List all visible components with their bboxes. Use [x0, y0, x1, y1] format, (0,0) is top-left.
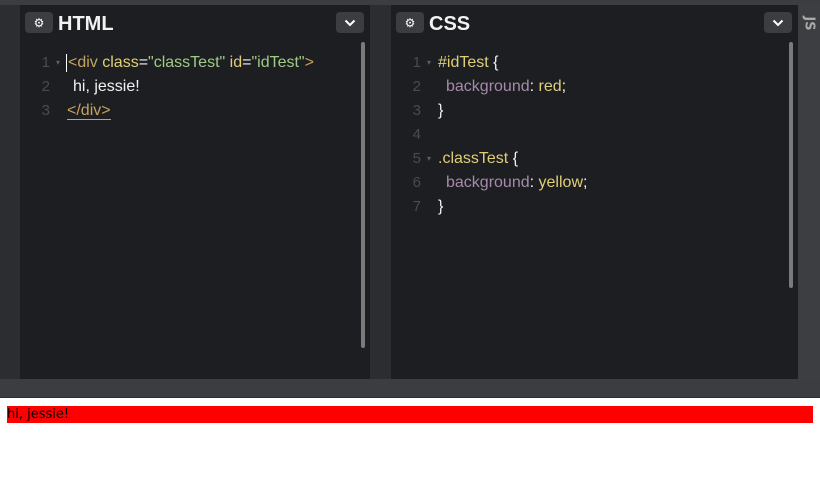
html-string: "idTest": [251, 54, 305, 71]
gear-icon: ⚙: [404, 15, 416, 30]
css-semicolon: ;: [583, 174, 588, 191]
line-number: 1: [412, 54, 421, 71]
code-line: .classTest {: [438, 147, 518, 171]
html-scrollbar[interactable]: [361, 42, 365, 348]
css-colon: :: [529, 78, 535, 95]
html-tag-close: >: [304, 54, 314, 71]
html-panel-title: HTML: [58, 13, 114, 35]
preview-resize-bar[interactable]: [0, 379, 820, 398]
html-code-editor[interactable]: 1 ▾ 2 3 <div class="classTest" id="idTes…: [20, 42, 370, 379]
css-brace-close: }: [438, 198, 444, 215]
html-settings-button[interactable]: ⚙: [25, 12, 53, 33]
css-selector: .classTest: [438, 150, 509, 167]
fold-arrow-icon[interactable]: ▾: [427, 147, 431, 171]
gear-icon: ⚙: [33, 15, 45, 30]
css-selector: #idTest: [438, 54, 489, 71]
line-number: 6: [412, 174, 421, 191]
result-preview: hi, jessie!: [0, 398, 820, 488]
css-brace-open: {: [493, 54, 499, 71]
code-line: }: [438, 99, 443, 123]
chevron-down-icon: [772, 19, 784, 26]
panel-divider[interactable]: [370, 5, 391, 379]
line-number: 2: [41, 78, 50, 95]
css-collapse-button[interactable]: [764, 12, 792, 33]
line-number: 4: [412, 126, 421, 143]
chevron-down-icon: [344, 19, 356, 26]
line-number: 7: [412, 198, 421, 215]
css-code-editor[interactable]: 1 ▾ 2 3 4 5 ▾ 6 7 #idTest { background: …: [391, 42, 798, 379]
code-line: </div>: [67, 99, 111, 123]
code-line: hi, jessie!: [73, 75, 140, 99]
line-number: 1: [41, 54, 50, 71]
line-number: 3: [41, 102, 50, 119]
css-editor-panel: ⚙ CSS 1 ▾ 2 3 4 5 ▾ 6 7 #idTest { backgr…: [391, 5, 798, 379]
html-string: "classTest": [148, 54, 226, 71]
js-panel-label: JS: [801, 15, 817, 31]
line-number: 3: [412, 102, 421, 119]
css-scrollbar[interactable]: [789, 42, 793, 288]
css-value: red: [538, 78, 562, 95]
code-line: #idTest {: [438, 51, 499, 75]
css-settings-button[interactable]: ⚙: [396, 12, 424, 33]
css-semicolon: ;: [561, 78, 567, 95]
js-panel-collapsed[interactable]: JS: [798, 5, 820, 379]
line-number: 5: [412, 150, 421, 167]
left-gutter-strip: [0, 5, 20, 379]
css-brace-close: }: [438, 102, 444, 119]
css-brace-open: {: [512, 150, 519, 167]
html-equals: =: [138, 54, 149, 71]
rendered-div: hi, jessie!: [7, 406, 813, 423]
fold-arrow-icon[interactable]: ▾: [56, 51, 60, 75]
code-line: background: red;: [446, 75, 566, 99]
css-panel-header: ⚙ CSS: [391, 5, 798, 42]
code-line: <div class="classTest" id="idTest">: [66, 51, 314, 75]
html-text-content: hi, jessie!: [73, 78, 140, 95]
line-number: 2: [412, 78, 421, 95]
css-property: background: [446, 174, 530, 191]
fold-arrow-icon[interactable]: ▾: [427, 51, 431, 75]
css-value: yellow: [538, 174, 583, 191]
css-panel-title: CSS: [429, 13, 471, 35]
css-property: background: [446, 78, 530, 95]
html-closing-tag: </div>: [67, 102, 111, 120]
code-line: }: [438, 195, 443, 219]
html-editor-panel: ⚙ HTML 1 ▾ 2 3 <div class="classTest" id…: [20, 5, 370, 379]
html-panel-header: ⚙ HTML: [20, 5, 370, 42]
html-attribute: id: [229, 54, 243, 71]
css-colon: :: [529, 174, 535, 191]
html-collapse-button[interactable]: [336, 12, 364, 33]
html-tag-open: <div: [68, 54, 98, 71]
code-line: background: yellow;: [446, 171, 587, 195]
html-attribute: class: [102, 54, 139, 71]
text-cursor: [66, 53, 67, 72]
